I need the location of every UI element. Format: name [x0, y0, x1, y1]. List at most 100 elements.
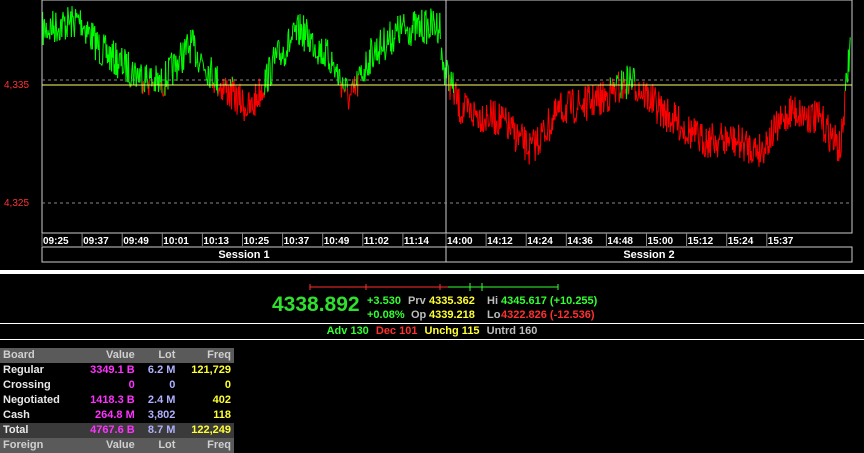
price-tick: [467, 98, 470, 103]
price-tick: [835, 134, 837, 147]
prev-value: 4335.362: [429, 295, 475, 307]
board-row-crossing[interactable]: Crossing 0 0 0: [0, 378, 234, 393]
price-tick: [295, 20, 298, 41]
price-tick: [432, 11, 435, 19]
board-row-total[interactable]: Total 4767.6 B 8.7 M 122,249: [0, 423, 234, 438]
price-tick: [458, 88, 461, 123]
price-tick: [769, 127, 771, 147]
price-tick: [42, 22, 45, 46]
intraday-chart[interactable]: 4,335 4,325 09:25 09:37 09:49 10:01 10:13 10:…: [0, 0, 864, 270]
price-tick: [712, 140, 715, 149]
board-table: Board Value Lot Freq Regular 3349.1 B 6.…: [0, 348, 234, 453]
price-tick: [190, 40, 193, 44]
price-tick: [330, 72, 332, 74]
price-tick: [183, 53, 185, 70]
price-tick: [647, 87, 650, 94]
price-tick: [572, 90, 575, 114]
price-tick: [202, 61, 204, 65]
price-tick: [660, 95, 663, 102]
price-tick: [409, 27, 411, 41]
price-tick: [465, 96, 467, 98]
price-tick: [415, 14, 417, 19]
price-tick: [133, 68, 135, 86]
price-tick: [748, 135, 750, 164]
price-tick: [293, 22, 296, 33]
range-bar: [309, 283, 559, 291]
price-tick: [613, 86, 616, 95]
price-tick: [401, 23, 404, 28]
price-tick: [378, 40, 381, 65]
price-tick: [325, 38, 327, 47]
board-row-negotiated[interactable]: Negotiated 1418.3 B 2.4 M 402: [0, 393, 234, 408]
price-tick: [372, 60, 375, 68]
price-tick: [520, 129, 522, 137]
price-tick: [403, 24, 406, 28]
price-tick: [346, 87, 349, 100]
price-tick: [481, 105, 484, 133]
price-tick: [196, 51, 199, 68]
price-tick: [714, 135, 717, 142]
price-tick: [531, 141, 533, 145]
price-tick: [653, 92, 656, 100]
price-tick: [633, 69, 636, 82]
price-tick: [130, 67, 133, 80]
index-change: +3.530: [367, 295, 401, 307]
price-tick: [129, 86, 132, 88]
price-tick: [358, 66, 360, 75]
price-tick: [594, 95, 596, 100]
price-tick: [441, 47, 443, 57]
price-tick: [567, 91, 570, 94]
price-tick: [738, 124, 740, 141]
open-label: Op: [411, 309, 427, 321]
price-tick: [709, 136, 712, 158]
price-tick: [825, 124, 827, 143]
price-tick: [134, 62, 137, 70]
price-tick: [327, 39, 329, 61]
price-tick: [201, 60, 204, 62]
board-row-regular[interactable]: Regular 3349.1 B 6.2 M 121,729: [0, 363, 234, 378]
s2-tick-label: 14:00: [447, 236, 473, 247]
price-tick: [314, 44, 317, 59]
price-tick: [73, 21, 76, 37]
price-tick: [382, 50, 384, 53]
price-tick: [473, 101, 476, 106]
price-tick: [317, 54, 320, 65]
price-tick: [421, 9, 423, 40]
col-freq: Freq: [178, 438, 234, 453]
price-tick: [681, 127, 684, 134]
price-tick: [730, 126, 732, 137]
price-tick: [58, 28, 60, 41]
price-tick: [781, 113, 783, 115]
price-tick: [516, 124, 519, 135]
price-tick: [67, 7, 69, 15]
lo-value: 4322.826 (-12.536): [501, 309, 595, 321]
price-tick: [635, 91, 638, 98]
price-tick: [477, 126, 480, 129]
price-tick: [394, 23, 397, 25]
price-tick: [446, 59, 449, 65]
price-tick: [195, 62, 197, 67]
price-tick: [583, 86, 586, 117]
price-tick: [650, 85, 653, 108]
price-tick: [237, 87, 239, 107]
hi-value: 4345.617 (+10.255): [501, 295, 598, 307]
price-tick: [695, 122, 698, 136]
row-name: Total: [0, 423, 77, 438]
price-tick: [296, 17, 299, 21]
price-tick: [387, 42, 390, 46]
price-tick: [711, 123, 714, 131]
price-tick: [205, 73, 207, 80]
price-tick: [844, 73, 847, 91]
price-tick: [201, 56, 203, 61]
price-tick: [672, 128, 675, 134]
price-tick: [846, 73, 848, 83]
board-row-cash[interactable]: Cash 264.8 M 3,802 118: [0, 408, 234, 423]
price-tick: [175, 55, 177, 63]
price-tick: [712, 130, 714, 141]
price-tick: [512, 115, 515, 126]
price-tick: [763, 148, 765, 164]
price-tick: [744, 140, 746, 143]
price-tick: [217, 92, 219, 97]
price-tick: [775, 111, 778, 116]
adv-count: Adv 130: [326, 325, 369, 337]
